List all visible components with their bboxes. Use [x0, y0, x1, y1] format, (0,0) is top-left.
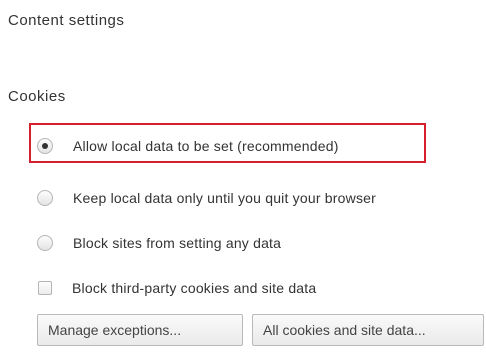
radio-label: Keep local data only until you quit your… — [73, 190, 376, 206]
radio-button[interactable] — [37, 190, 53, 206]
checkbox-label: Block third-party cookies and site data — [72, 280, 317, 296]
radio-allow-local-data[interactable]: Allow local data to be set (recommended) — [37, 134, 339, 158]
radio-label: Allow local data to be set (recommended) — [73, 138, 339, 154]
radio-block-sites[interactable]: Block sites from setting any data — [37, 231, 281, 255]
page-title: Content settings — [8, 12, 125, 29]
cookies-section-title: Cookies — [8, 88, 66, 105]
radio-keep-until-quit[interactable]: Keep local data only until you quit your… — [37, 186, 376, 210]
manage-exceptions-button[interactable]: Manage exceptions... — [37, 314, 243, 346]
checkbox[interactable] — [38, 281, 52, 295]
checkbox-block-third-party[interactable]: Block third-party cookies and site data — [37, 276, 316, 300]
all-cookies-button[interactable]: All cookies and site data... — [252, 314, 484, 346]
radio-button-checked[interactable] — [37, 138, 53, 154]
radio-button[interactable] — [37, 235, 53, 251]
radio-label: Block sites from setting any data — [73, 235, 282, 251]
